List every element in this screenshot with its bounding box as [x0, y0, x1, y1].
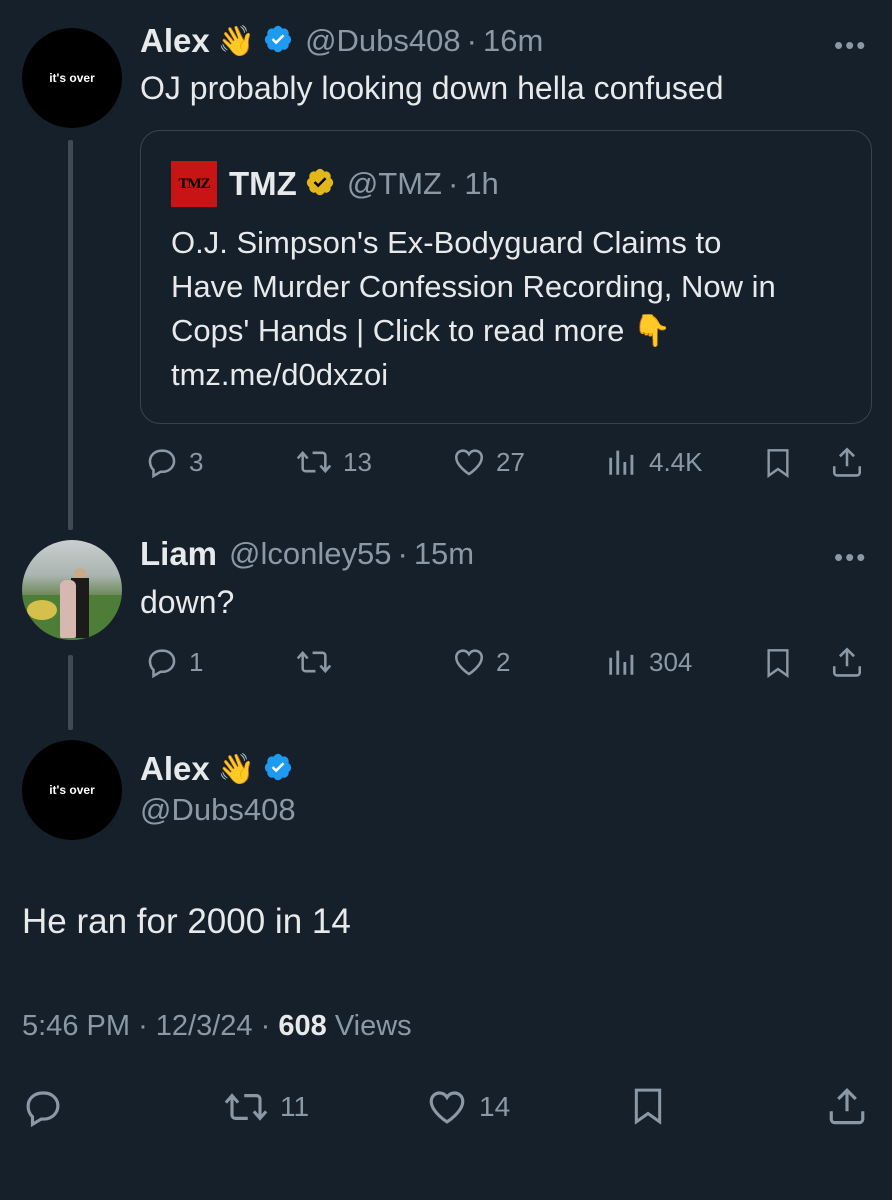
retweet-icon: [224, 1093, 268, 1121]
more-options-icon[interactable]: •••: [834, 30, 867, 61]
reply-button[interactable]: [22, 1086, 74, 1128]
quote-text-line: O.J. Simpson's Ex-Bodyguard Claims to: [171, 225, 722, 260]
tweet-header: Alex 👋 @Dubs408 · 16m: [140, 22, 543, 60]
thread-line: [68, 655, 73, 730]
views-count: 608: [278, 1010, 327, 1042]
quote-text-line: Cops' Hands | Click to read more 👇: [171, 313, 672, 348]
quote-handle: @TMZ: [346, 166, 442, 201]
display-name[interactable]: Alex: [140, 22, 210, 60]
handle[interactable]: @Dubs408: [140, 792, 296, 828]
handle[interactable]: @Dubs408: [305, 23, 461, 59]
like-count: 14: [479, 1091, 511, 1122]
like-count: 2: [496, 646, 511, 677]
views-button[interactable]: 304: [605, 645, 692, 679]
avatar[interactable]: it's over: [22, 28, 122, 128]
bookmark-icon[interactable]: [762, 446, 794, 485]
bookmark-icon[interactable]: [628, 1084, 668, 1133]
heart-icon: [454, 449, 484, 476]
avatar-text: it's over: [49, 71, 95, 85]
retweet-button[interactable]: 11: [222, 1086, 309, 1128]
display-name[interactable]: Liam: [140, 535, 217, 573]
gold-verified-badge-icon: [305, 167, 335, 202]
reply-button[interactable]: 1: [145, 645, 203, 679]
separator: ·: [447, 166, 459, 201]
retweet-count: 13: [343, 446, 372, 477]
heart-icon: [454, 649, 484, 676]
quote-timestamp: 1h: [464, 166, 499, 201]
retweet-button[interactable]: [295, 645, 343, 679]
date[interactable]: 12/3/24: [156, 1010, 253, 1042]
reply-icon: [148, 649, 176, 679]
tweet-meta: 5:46 PM · 12/3/24 · 608 Views: [22, 1010, 412, 1043]
separator: ·: [260, 1010, 271, 1042]
tweet-text: OJ probably looking down hella confused: [140, 70, 724, 106]
tweet-text: down?: [140, 584, 235, 620]
share-icon[interactable]: [830, 644, 864, 685]
timestamp[interactable]: 16m: [483, 23, 543, 59]
verified-badge-icon: [263, 752, 293, 787]
heart-icon: [429, 1091, 465, 1124]
reply-count: 1: [189, 646, 204, 677]
views-button[interactable]: 4.4K: [605, 445, 703, 479]
reply-button[interactable]: 3: [145, 445, 203, 479]
views-icon: [609, 650, 634, 675]
reply-icon: [148, 449, 176, 479]
tmz-logo: TMZ: [171, 161, 217, 207]
quote-header: TMZ TMZ @TMZ · 1h: [171, 161, 499, 207]
flowers: [27, 600, 57, 620]
quote-link[interactable]: tmz.me/d0dxzoi: [171, 353, 776, 397]
separator: ·: [138, 1010, 148, 1042]
retweet-icon: [296, 450, 332, 474]
avatar[interactable]: [22, 540, 122, 640]
tweet-header: Alex 👋: [140, 750, 293, 788]
like-button[interactable]: 27: [452, 445, 525, 479]
thread-line: [68, 140, 73, 530]
reply-icon: [26, 1091, 60, 1128]
quote-text-line: Have Murder Confession Recording, Now in: [171, 269, 776, 304]
handle[interactable]: @lconley55: [229, 536, 391, 572]
wave-emoji: 👋: [217, 24, 256, 58]
quote-display-name: TMZ: [229, 165, 297, 202]
more-options-icon[interactable]: •••: [834, 542, 867, 573]
quoted-tweet[interactable]: TMZ TMZ @TMZ · 1h O.J. Simpson's Ex-Body…: [140, 130, 872, 424]
like-button[interactable]: 14: [425, 1086, 510, 1128]
display-name[interactable]: Alex: [140, 750, 210, 788]
person-dress: [60, 580, 76, 638]
views-icon: [609, 450, 634, 475]
timestamp[interactable]: 15m: [414, 536, 474, 572]
views-count: 4.4K: [649, 446, 703, 477]
share-icon[interactable]: [830, 444, 864, 485]
timestamp[interactable]: 5:46 PM: [22, 1010, 130, 1042]
separator: ·: [397, 536, 408, 571]
retweet-button[interactable]: 13: [295, 445, 372, 479]
share-icon[interactable]: [826, 1084, 868, 1133]
avatar-text: it's over: [49, 783, 95, 797]
separator: ·: [466, 23, 477, 58]
retweet-count: 11: [280, 1091, 310, 1122]
like-button[interactable]: 2: [452, 645, 510, 679]
avatar[interactable]: it's over: [22, 740, 122, 840]
bookmark-icon[interactable]: [762, 646, 794, 685]
quote-text: O.J. Simpson's Ex-Bodyguard Claims to Ha…: [171, 221, 776, 397]
views-count: 304: [649, 646, 693, 677]
reply-count: 3: [189, 446, 204, 477]
like-count: 27: [496, 446, 525, 477]
wave-emoji: 👋: [217, 752, 256, 786]
retweet-icon: [296, 650, 332, 674]
verified-badge-icon: [263, 24, 293, 59]
tweet-header: Liam @lconley55 · 15m: [140, 535, 474, 573]
views-label: Views: [334, 1010, 412, 1042]
tweet-text: He ran for 2000 in 14: [22, 902, 351, 941]
